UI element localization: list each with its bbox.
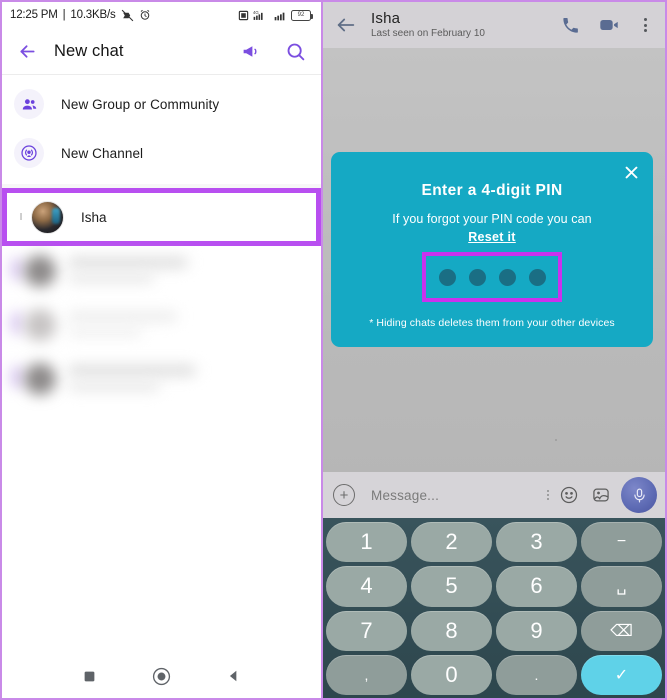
- right-phone-panel: Isha Last seen on February 10 Enter a 4-…: [323, 0, 667, 700]
- input-caret-marker: [547, 490, 549, 500]
- back-arrow-icon[interactable]: [333, 12, 359, 38]
- key-7[interactable]: 7: [326, 610, 407, 651]
- key-6[interactable]: 6: [496, 566, 577, 607]
- network-speed: 10.3KB/s: [70, 9, 116, 21]
- key-4[interactable]: 4: [326, 566, 407, 607]
- key-5[interactable]: 5: [411, 566, 492, 607]
- blurred-name: [68, 311, 178, 322]
- emoji-icon[interactable]: [557, 483, 581, 507]
- key-comma[interactable]: ,: [326, 654, 407, 695]
- chat-contact-name: Isha: [371, 10, 401, 28]
- status-separator: |: [62, 9, 66, 21]
- blurred-name: [68, 365, 196, 376]
- pin-entry-field[interactable]: [422, 252, 562, 302]
- menu-item-label: New Channel: [61, 145, 144, 161]
- list-item[interactable]: [2, 302, 321, 348]
- list-item[interactable]: [2, 248, 321, 294]
- video-call-icon[interactable]: [598, 14, 620, 36]
- reset-it-link[interactable]: Reset it: [468, 230, 516, 244]
- blurred-marker: [12, 312, 21, 334]
- overflow-menu-icon[interactable]: [638, 18, 653, 32]
- pin-dot: [468, 268, 486, 286]
- new-channel-icon: [14, 138, 44, 168]
- blurred-subtext: [68, 328, 142, 337]
- status-bar: 12:25 PM | 10.3KB/s 4G 92: [2, 2, 321, 28]
- battery-icon: 92: [291, 9, 313, 21]
- recents-button[interactable]: [83, 670, 96, 683]
- avatar: [31, 200, 64, 234]
- menu-item-label: New Group or Community: [61, 96, 220, 112]
- background-speck: [555, 439, 557, 441]
- list-item[interactable]: [2, 356, 321, 402]
- blurred-avatar: [24, 255, 56, 287]
- sticker-icon[interactable]: [589, 483, 613, 507]
- vpn-slash-icon: [121, 9, 134, 22]
- back-arrow-icon[interactable]: [14, 38, 40, 64]
- section-letter: I: [19, 211, 23, 223]
- battery-level: 92: [297, 12, 305, 18]
- key-9[interactable]: 9: [496, 610, 577, 651]
- blurred-name: [68, 257, 188, 268]
- pin-dialog-help-text: If you forgot your PIN code you can: [392, 212, 592, 226]
- key-3[interactable]: 3: [496, 522, 577, 563]
- left-phone-panel: 12:25 PM | 10.3KB/s 4G 92 New chat New G…: [0, 0, 323, 700]
- message-input-bar: + Message...: [323, 472, 665, 518]
- android-nav-bar: [2, 654, 321, 698]
- key-enter[interactable]: ✓: [581, 654, 662, 695]
- page-title: New chat: [54, 41, 124, 60]
- svg-text:4G: 4G: [253, 10, 259, 15]
- chat-last-seen: Last seen on February 10: [371, 28, 485, 40]
- contact-name: Isha: [81, 209, 107, 225]
- blurred-marker: [12, 258, 21, 280]
- pin-dialog-title: Enter a 4-digit PIN: [421, 182, 563, 199]
- back-button[interactable]: [227, 669, 241, 683]
- blurred-marker: [12, 366, 21, 388]
- blurred-avatar: [24, 363, 56, 395]
- menu-item-new-group[interactable]: New Group or Community: [2, 84, 321, 124]
- search-icon[interactable]: [283, 39, 307, 63]
- status-bar-right: 4G 92: [238, 9, 313, 21]
- blurred-avatar: [24, 309, 56, 341]
- chat-app-bar: Isha Last seen on February 10: [323, 2, 665, 48]
- chat-actions: [561, 14, 655, 36]
- pin-dot: [438, 268, 456, 286]
- status-time: 12:25 PM: [10, 9, 58, 21]
- pin-dot: [528, 268, 546, 286]
- app-bar-divider: [2, 74, 321, 75]
- blurred-subtext: [68, 274, 154, 283]
- pin-dialog: Enter a 4-digit PIN If you forgot your P…: [331, 152, 653, 348]
- broadcast-icon[interactable]: [239, 39, 263, 63]
- key-space[interactable]: ␣: [581, 566, 662, 607]
- screenshot-root: 12:25 PM | 10.3KB/s 4G 92 New chat New G…: [0, 0, 667, 700]
- home-button[interactable]: [152, 667, 171, 686]
- message-input[interactable]: Message...: [363, 488, 539, 503]
- key-period[interactable]: .: [496, 654, 577, 695]
- app-bar-actions: [239, 39, 307, 63]
- pin-dot: [498, 268, 516, 286]
- key-8[interactable]: 8: [411, 610, 492, 651]
- new-group-icon: [14, 89, 44, 119]
- key-1[interactable]: 1: [326, 522, 407, 563]
- blurred-subtext: [68, 382, 160, 391]
- numeric-keypad: 1 2 3 − 4 5 6 ␣ 7 8 9 ⌫ , 0 . ✓: [323, 518, 665, 698]
- mic-icon[interactable]: [621, 477, 657, 513]
- sim-icon: [238, 10, 249, 21]
- pin-dialog-footnote: * Hiding chats deletes them from your ot…: [369, 317, 615, 329]
- alarm-icon: [139, 9, 151, 21]
- key-dash[interactable]: −: [581, 522, 662, 563]
- voice-call-icon[interactable]: [561, 16, 580, 35]
- chat-background: Enter a 4-digit PIN If you forgot your P…: [323, 48, 665, 698]
- menu-item-new-channel[interactable]: New Channel: [2, 133, 321, 173]
- new-chat-app-bar: New chat: [2, 28, 321, 74]
- key-0[interactable]: 0: [411, 654, 492, 695]
- key-backspace[interactable]: ⌫: [581, 610, 662, 651]
- signal-4g-icon: 4G: [253, 9, 269, 21]
- key-2[interactable]: 2: [411, 522, 492, 563]
- highlighted-contact-row[interactable]: I Isha: [2, 188, 321, 246]
- status-bar-left: 12:25 PM | 10.3KB/s: [10, 9, 151, 22]
- signal-icon: [273, 9, 287, 21]
- attach-plus-icon[interactable]: +: [333, 484, 355, 506]
- chat-header-titles[interactable]: Isha Last seen on February 10: [371, 10, 561, 40]
- close-icon[interactable]: [621, 162, 641, 182]
